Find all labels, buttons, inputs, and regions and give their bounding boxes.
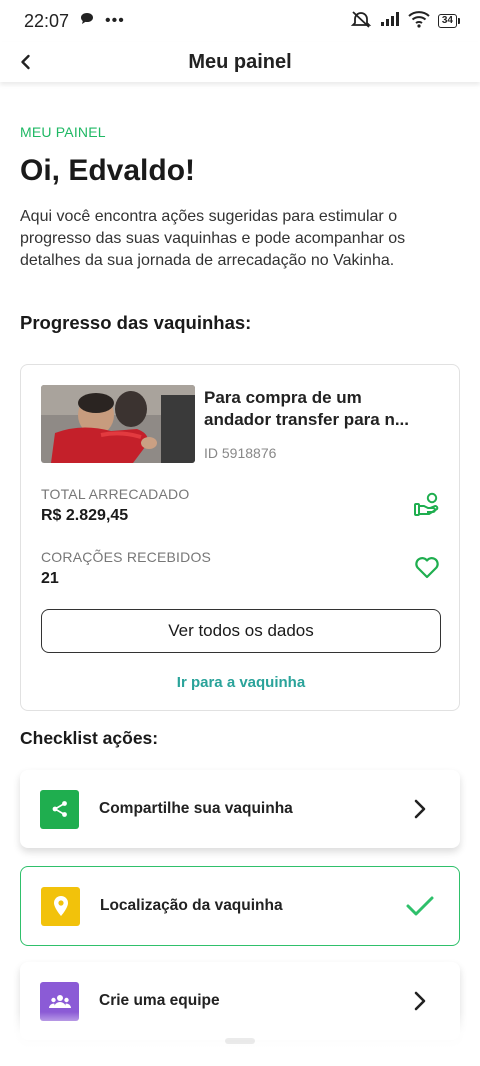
- greeting-heading: Oi, Edvaldo!: [20, 154, 196, 187]
- checklist-item-share[interactable]: Compartilhe sua vaquinha: [20, 770, 460, 848]
- app-bar: Meu painel: [0, 42, 480, 82]
- campaign-title[interactable]: Para compra de um andador transfer para …: [204, 387, 444, 431]
- checklist-item-label: Localização da vaquinha: [100, 897, 283, 914]
- view-all-data-button[interactable]: Ver todos os dados: [41, 609, 441, 653]
- checklist-item-label: Crie uma equipe: [99, 992, 220, 1009]
- hearts-value: 21: [41, 570, 59, 587]
- campaign-id: ID 5918876: [204, 445, 277, 461]
- location-pin-icon: [41, 886, 80, 926]
- status-time: 22:07: [24, 10, 70, 31]
- dashboard-eyebrow: MEU PAINEL: [20, 124, 106, 140]
- checklist-item-location[interactable]: Localização da vaquinha: [20, 866, 460, 946]
- more-notifications-icon: •••: [105, 12, 125, 29]
- heart-icon: [415, 557, 439, 579]
- campaign-title-line-1: Para compra de um: [204, 388, 362, 407]
- home-gesture-indicator[interactable]: [225, 1038, 255, 1044]
- campaign-thumbnail[interactable]: [41, 385, 195, 463]
- raised-value: R$ 2.829,45: [41, 507, 129, 524]
- chevron-right-icon: [414, 799, 426, 819]
- go-to-campaign-link[interactable]: Ir para a vaquinha: [21, 674, 461, 691]
- battery-icon: 34: [437, 14, 460, 28]
- checkmark-icon: [406, 896, 434, 916]
- page-title: Meu painel: [188, 50, 292, 73]
- raised-label: TOTAL ARRECADADO: [41, 486, 190, 502]
- campaign-card: Para compra de um andador transfer para …: [20, 364, 460, 711]
- checklist-section-title: Checklist ações:: [20, 728, 159, 748]
- checklist-item-label: Compartilhe sua vaquinha: [99, 800, 293, 817]
- hearts-label: CORAÇÕES RECEBIDOS: [41, 549, 212, 565]
- hand-donation-icon: [414, 492, 439, 516]
- chat-notification-icon: [79, 11, 95, 32]
- status-bar: 22:07 ••• 34: [0, 0, 480, 42]
- chevron-right-icon: [414, 991, 426, 1011]
- intro-text: Aqui você encontra ações sugeridas para …: [20, 208, 406, 269]
- share-icon: [40, 789, 79, 829]
- alarm-off-icon: [350, 10, 372, 33]
- progress-section-title: Progresso das vaquinhas:: [20, 312, 252, 333]
- battery-level: 34: [437, 14, 457, 28]
- wifi-icon: [408, 10, 430, 33]
- signal-icon: [380, 11, 400, 32]
- back-button[interactable]: [14, 50, 38, 74]
- campaign-title-line-2: andador transfer para n...: [204, 410, 409, 429]
- chevron-left-icon: [21, 54, 30, 70]
